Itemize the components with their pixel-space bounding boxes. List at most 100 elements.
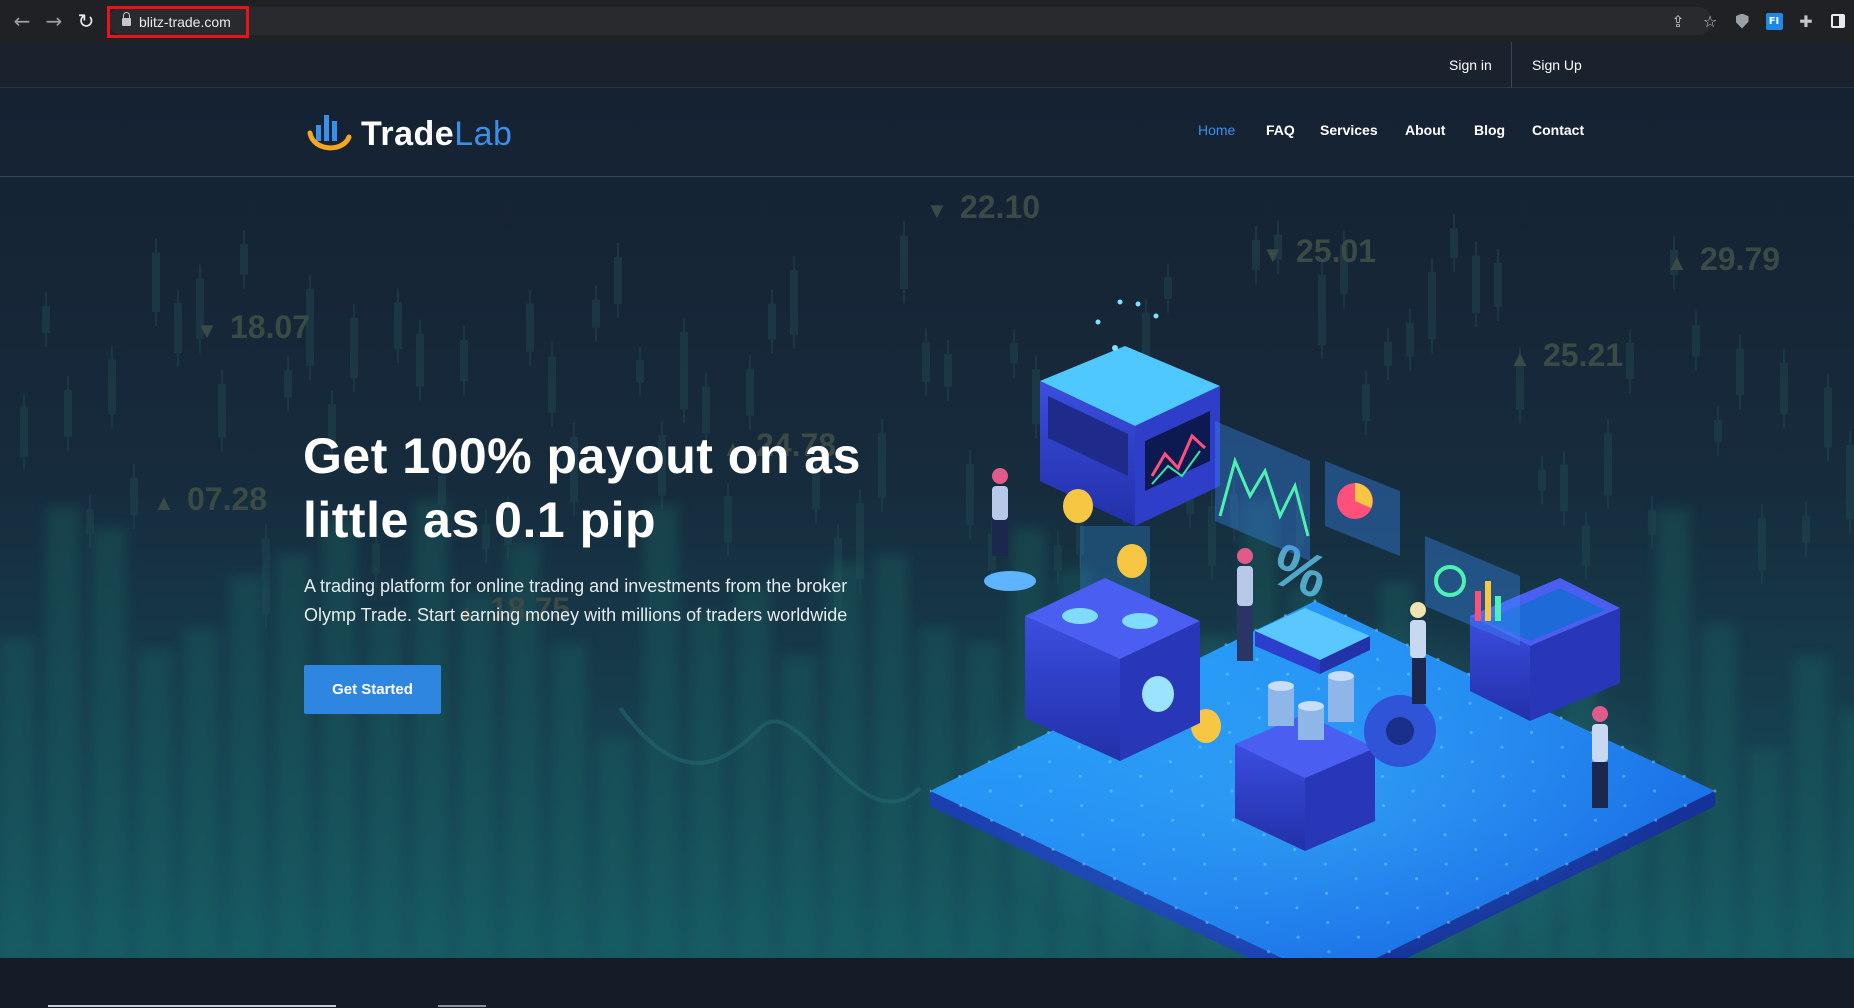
platform-dot — [1171, 818, 1175, 822]
platform-dot — [1565, 862, 1569, 866]
platform-dot — [1355, 906, 1359, 910]
ticker-value: 07.28 — [187, 481, 267, 517]
platform-dot — [1203, 862, 1207, 866]
platform-dot — [1255, 657, 1259, 661]
platform-dot — [1499, 716, 1503, 720]
extension-shield-icon[interactable] — [1726, 0, 1758, 42]
nav-contact[interactable]: Contact — [1532, 122, 1584, 138]
platform-dot — [1473, 818, 1477, 822]
nav-faq[interactable]: FAQ — [1266, 122, 1295, 138]
platform-dot — [1380, 774, 1384, 778]
platform-dot — [1467, 672, 1471, 676]
platform-dot — [1235, 906, 1239, 910]
platform-dot — [1534, 847, 1538, 851]
share-icon[interactable]: ⇪ — [1662, 0, 1694, 42]
platform-dot — [1436, 657, 1440, 661]
platform-dot — [1653, 789, 1657, 793]
platform-dot — [1224, 643, 1228, 647]
nav-home[interactable]: Home — [1198, 122, 1235, 138]
platform-dot — [1263, 862, 1267, 866]
platform-dot — [1412, 818, 1416, 822]
platform-dot — [1316, 687, 1320, 691]
platform-dot — [1506, 891, 1510, 895]
platform-dot — [1535, 877, 1539, 881]
platform-dot — [1387, 950, 1391, 954]
platform-dot — [1443, 833, 1447, 837]
platform-dot — [1077, 745, 1081, 749]
extensions-puzzle-icon[interactable]: ✚ — [1790, 0, 1822, 42]
platform-dot — [1559, 716, 1563, 720]
site-header: TradeLab Home FAQ Services About Blog Co… — [0, 88, 1854, 177]
get-started-button[interactable]: Get Started — [304, 665, 441, 714]
platform-dot — [1051, 847, 1055, 851]
extension-fi-icon[interactable]: FI — [1758, 0, 1790, 42]
platform-dot — [1174, 906, 1178, 910]
address-bar[interactable] — [108, 7, 1712, 35]
browser-toolbar: ← → ↻ blitz-trade.com ⇪ ☆ FI ✚ — [0, 0, 1854, 42]
platform-dot — [1533, 818, 1537, 822]
side-panel-icon[interactable] — [1822, 0, 1854, 42]
platform-dot — [988, 789, 992, 793]
platform-dot — [1233, 877, 1237, 881]
url-highlight-box[interactable]: blitz-trade.com — [107, 6, 249, 38]
platform-dot — [1476, 906, 1480, 910]
hero-headline: Get 100% payout on as little as 0.1 pip — [303, 424, 863, 552]
platform-dot — [1560, 745, 1564, 749]
platform-dot — [1046, 731, 1050, 735]
subtitle-line-1: A trading platform for online trading an… — [304, 576, 848, 596]
site-logo[interactable]: TradeLab — [307, 110, 512, 158]
platform-dot — [1323, 862, 1327, 866]
platform-dot — [1019, 804, 1023, 808]
nav-about[interactable]: About — [1405, 122, 1445, 138]
platform-dot — [1048, 760, 1052, 764]
platform-dot — [1417, 935, 1421, 939]
reload-icon[interactable]: ↻ — [70, 0, 102, 42]
platform-dot — [1413, 847, 1417, 851]
sign-up-link[interactable]: Sign Up — [1532, 42, 1582, 88]
platform-dot — [1563, 804, 1567, 808]
platform-dot — [1173, 877, 1177, 881]
platform-dot — [1205, 921, 1209, 925]
platform-dot — [1437, 687, 1441, 691]
platform-dot — [1500, 745, 1504, 749]
nav-blog[interactable]: Blog — [1474, 122, 1505, 138]
platform-dot — [959, 804, 963, 808]
hero-subtitle: A trading platform for online trading an… — [304, 572, 884, 630]
platform-dot — [1441, 774, 1445, 778]
bookmark-star-icon[interactable]: ☆ — [1694, 0, 1726, 42]
back-icon[interactable]: ← — [6, 0, 38, 42]
platform-dot — [1446, 921, 1450, 925]
forward-icon[interactable]: → — [38, 0, 70, 42]
platform-dot — [1344, 614, 1348, 618]
platform-dot — [1204, 891, 1208, 895]
platform-dot — [1383, 833, 1387, 837]
platform-dot — [990, 818, 994, 822]
sign-in-link[interactable]: Sign in — [1449, 42, 1492, 88]
platform-dot — [1017, 745, 1021, 749]
platform-dot — [1143, 891, 1147, 895]
headline-line-1: Get 100% payout on as — [303, 428, 861, 484]
platform-dot — [1531, 760, 1535, 764]
isometric-trading-illustration: % — [930, 299, 1717, 958]
platform-dot — [1595, 847, 1599, 851]
top-utility-bar: Sign in Sign Up — [0, 42, 1854, 88]
platform-dot — [1168, 760, 1172, 764]
platform-dot — [1200, 804, 1204, 808]
platform-dot — [1384, 862, 1388, 866]
platform-dot — [1110, 818, 1114, 822]
platform-dot — [1050, 818, 1054, 822]
platform-dot — [1078, 774, 1082, 778]
platform-dot — [1415, 877, 1419, 881]
platform-dot — [1593, 818, 1597, 822]
nav-services[interactable]: Services — [1320, 122, 1378, 138]
platform-dot — [1172, 847, 1176, 851]
platform-dot — [1503, 833, 1507, 837]
platform-dot — [1327, 950, 1331, 954]
platform-dot — [1411, 789, 1415, 793]
platform-dot — [1354, 877, 1358, 881]
platform-dot — [1018, 774, 1022, 778]
ticker-arrow-icon: ▼ — [196, 318, 218, 343]
platform-dot — [1353, 847, 1357, 851]
platform-dot — [1231, 818, 1235, 822]
platform-dot — [1111, 847, 1115, 851]
